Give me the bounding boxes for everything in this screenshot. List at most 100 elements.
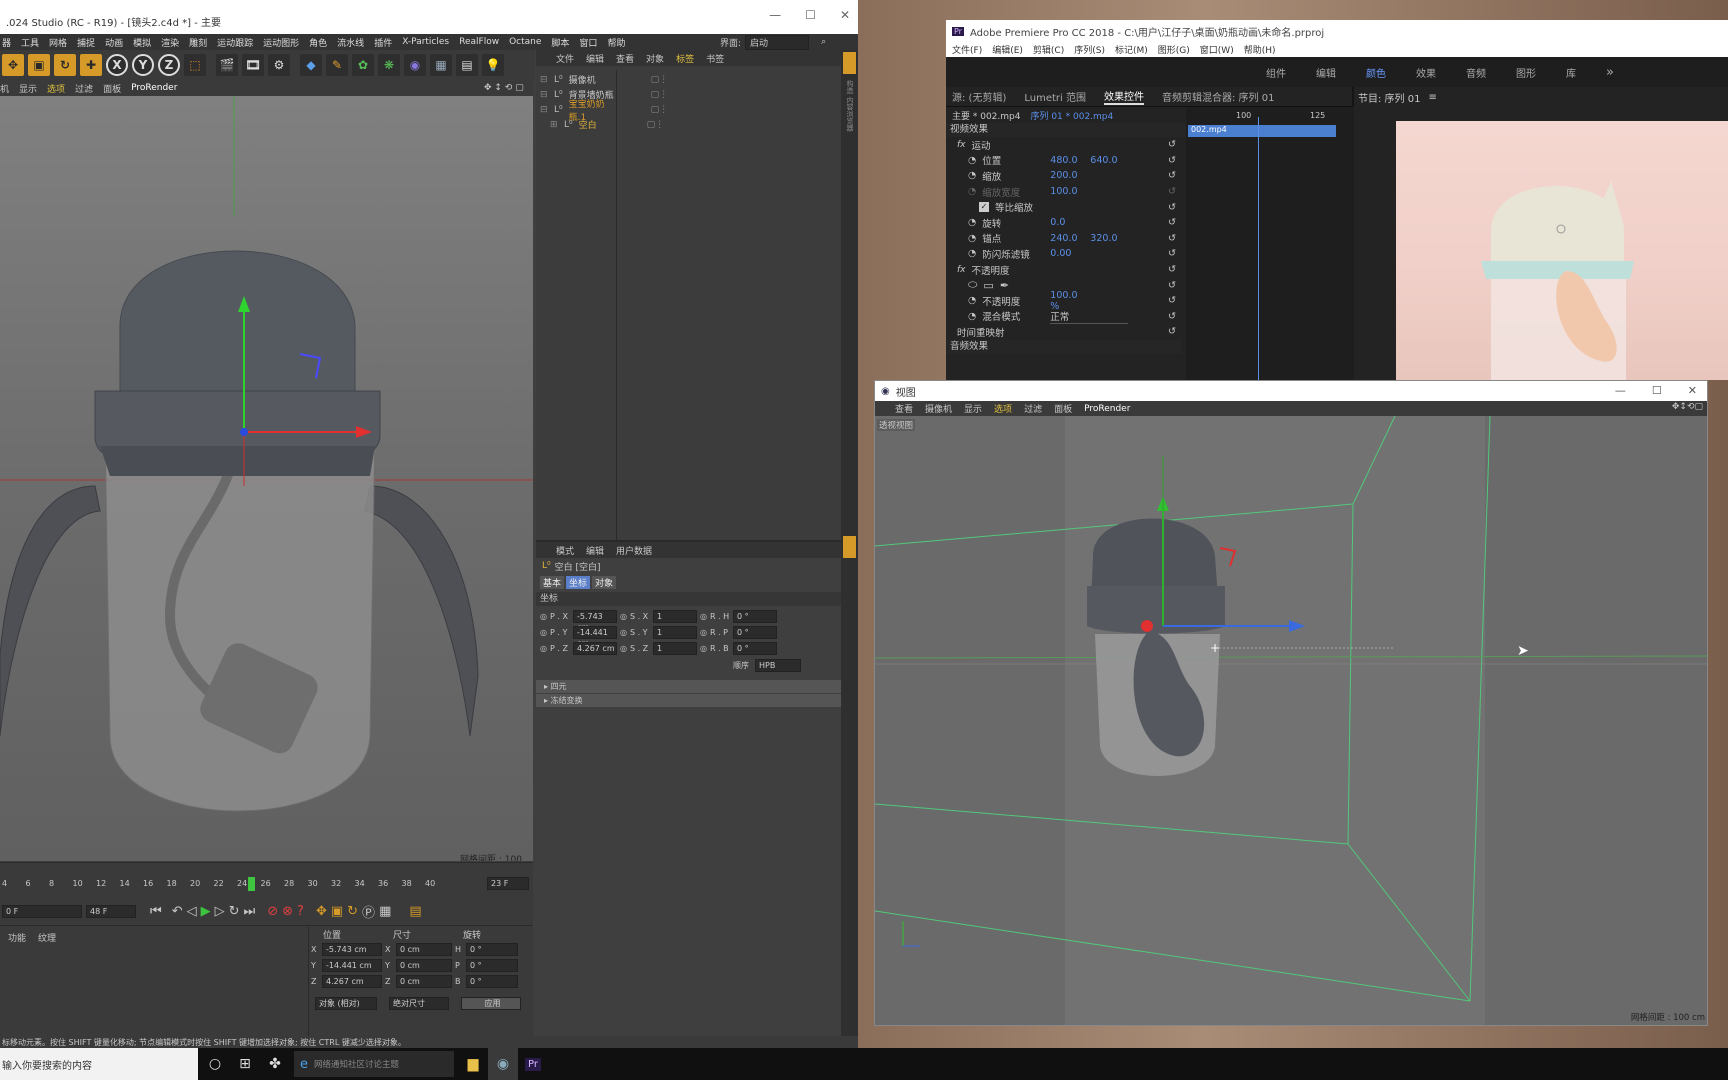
taskbar-search-input[interactable]: 输入你要搜索的内容 [0, 1048, 198, 1080]
mini-timeline[interactable]: 100 125 002.mp4 [1186, 107, 1354, 380]
loop-icon[interactable]: ↻ [229, 904, 240, 919]
c4d-menu-item[interactable]: 插件 [374, 36, 392, 49]
attribute-tab[interactable]: 对象 [592, 575, 617, 589]
pinwheel-app-icon[interactable]: ✤ [260, 1048, 290, 1080]
visibility-toggle-icon[interactable]: ▢⋮ [651, 105, 669, 115]
minimize-icon[interactable]: — [769, 8, 781, 22]
timeline-ruler[interactable]: 4 6 8 10 12 14 16 18 20 22 24 26 28 30 32 34 36 38 40 [0, 877, 533, 893]
coord-size-dropdown[interactable]: 绝对尺寸 [389, 997, 449, 1010]
radio-icon[interactable]: ◎ [700, 644, 707, 653]
file-explorer-icon[interactable]: ▆ [458, 1048, 488, 1080]
premiere-menu-item[interactable]: 编辑(E) [992, 43, 1023, 56]
position-field[interactable]: -14.441 cm [572, 625, 617, 648]
master-clip-label[interactable]: 主要 * 002.mp4 [952, 109, 1020, 122]
expand-toggle-icon[interactable]: ⊟ [540, 105, 548, 115]
stopwatch-icon[interactable]: ◔ [968, 233, 976, 244]
expand-toggle-icon[interactable]: ⊟ [540, 75, 548, 85]
premiere-menu-item[interactable]: 帮助(H) [1244, 43, 1276, 56]
c4d-menu-item[interactable]: 脚本 [551, 36, 569, 49]
object-menu-item[interactable]: 标签 [676, 52, 694, 65]
scale-field[interactable]: 1 [652, 625, 697, 639]
object-menu-item[interactable]: 对象 [646, 52, 664, 65]
browser-address-bar[interactable]: e 网络通知社区讨论主题 [294, 1051, 454, 1077]
floating-viewport-nav-icons[interactable]: ✥↕⟲▢ [1672, 402, 1703, 412]
radio-icon[interactable]: ◎ [620, 628, 627, 637]
interface-selector[interactable]: 界面: 启动 ⌕ [720, 34, 826, 50]
attribute-tab[interactable]: 坐标 [566, 575, 591, 589]
workspace-tab[interactable]: 图形 [1516, 65, 1536, 80]
rotation-field[interactable]: 0 ° [732, 641, 777, 655]
viewport-nav-icons[interactable]: ✥ ↕ ⟲ ▢ [484, 80, 524, 96]
effect-property-row[interactable]: ◔ 位置 480.0 640.0 ↺ [946, 153, 1182, 169]
effect-property-row[interactable]: ◔ 不透明度 100.0 % ↺ [946, 290, 1182, 312]
viewport-menu-item[interactable]: 选项 [47, 82, 65, 95]
timeline-window-icon[interactable]: ▤ [409, 904, 421, 919]
close-icon[interactable]: ✕ [840, 8, 850, 22]
reset-icon[interactable]: ↺ [1168, 170, 1176, 181]
viewport-menu-item[interactable]: ProRender [131, 83, 177, 93]
collapsible-group[interactable]: ▸ 四元 [536, 680, 841, 693]
workspace-tab[interactable]: 编辑 [1316, 65, 1336, 80]
expand-toggle-icon[interactable]: ⊞ [550, 120, 558, 130]
premiere-menu-item[interactable]: 窗口(W) [1200, 43, 1234, 56]
c4d-menu-item[interactable]: 模拟 [133, 36, 151, 49]
object-menu-item[interactable]: 编辑 [586, 52, 604, 65]
reset-icon[interactable]: ↺ [1168, 139, 1176, 150]
property-value[interactable]: 200.0 [1050, 170, 1084, 181]
reset-icon[interactable]: ↺ [1168, 248, 1176, 259]
subdivision-icon[interactable]: ✿ [352, 54, 374, 76]
camera-icon[interactable]: ▤ [456, 54, 478, 76]
stopwatch-icon[interactable]: ◔ [968, 170, 976, 181]
effect-property-row[interactable]: ◔ 缩放宽度 100.0 ↺ [946, 184, 1182, 200]
floor-icon[interactable]: ▦ [430, 54, 452, 76]
coordinate-system-icon[interactable]: ⬚ [184, 54, 206, 76]
go-to-end-icon[interactable]: ⏭ [244, 904, 256, 919]
material-menu-item[interactable]: 纹理 [38, 931, 56, 944]
maximize-icon[interactable]: ☐ [1652, 384, 1662, 397]
current-frame-field[interactable]: 23 F [487, 877, 529, 890]
next-frame-icon[interactable]: ▷ [215, 904, 225, 919]
floating-viewport-menu-item[interactable]: ProRender [1084, 404, 1130, 414]
reset-icon[interactable]: ↺ [1168, 202, 1176, 213]
order-dropdown[interactable]: HPB [755, 658, 801, 672]
premiere-menu-item[interactable]: 标记(M) [1115, 43, 1148, 56]
c4d-menu-item[interactable]: X-Particles [402, 37, 449, 47]
deformer-icon[interactable]: ◉ [404, 54, 426, 76]
end-frame-field[interactable]: 48 F [86, 904, 136, 918]
c4d-menu-item[interactable]: 帮助 [607, 36, 625, 49]
floating-viewport-menu-item[interactable]: 显示 [964, 402, 982, 415]
workspace-tab[interactable]: 音频 [1466, 65, 1486, 80]
playhead-line[interactable] [1258, 117, 1259, 380]
coord-rotation-field[interactable]: 0 ° [466, 958, 518, 972]
key-param-icon[interactable]: Ⓟ [362, 902, 375, 921]
key-scale-icon[interactable]: ▣ [331, 904, 343, 919]
axis-z-button[interactable]: Z [158, 54, 180, 76]
coord-size-field[interactable]: 0 cm [396, 974, 452, 988]
property-value-2[interactable]: 320.0 [1090, 233, 1117, 244]
key-pla-icon[interactable]: ▦ [379, 904, 391, 919]
coord-mode-dropdown[interactable]: 对象 (相对) [315, 997, 377, 1010]
coord-rotation-field[interactable]: 0 ° [466, 974, 518, 988]
visibility-toggle-icon[interactable]: ▢⋮ [651, 75, 669, 85]
light-icon[interactable]: 💡 [482, 54, 504, 76]
prev-frame-icon[interactable]: ◁ [187, 904, 197, 919]
object-menu-item[interactable]: 书签 [706, 52, 724, 65]
premiere-menu-item[interactable]: 文件(F) [952, 43, 982, 56]
floating-viewport-menu-item[interactable]: 过滤 [1024, 402, 1042, 415]
coord-size-field[interactable]: 0 cm [396, 942, 452, 956]
render-settings-icon[interactable]: ⚙ [268, 54, 290, 76]
premiere-menu-item[interactable]: 图形(G) [1158, 43, 1190, 56]
floating-viewport-menu-item[interactable]: 摄像机 [925, 402, 952, 415]
property-value[interactable]: 0.00 [1050, 248, 1084, 259]
c4d-menu-item[interactable]: 工具 [21, 36, 39, 49]
c4d-menu-item[interactable]: 动画 [105, 36, 123, 49]
visibility-toggle-icon[interactable]: ▢⋮ [651, 90, 669, 100]
reset-icon[interactable]: ↺ [1168, 155, 1176, 166]
playhead-marker[interactable] [248, 877, 255, 891]
move-tool-icon[interactable]: ✥ [2, 54, 24, 76]
apply-button[interactable]: 应用 [461, 997, 521, 1010]
reset-icon[interactable]: ↺ [1168, 233, 1176, 244]
effect-property-row[interactable]: ◔ 锚点 240.0 320.0 ↺ [946, 231, 1182, 247]
viewport-menu-item[interactable]: 过滤 [75, 82, 93, 95]
rotation-field[interactable]: 0 ° [732, 609, 777, 623]
